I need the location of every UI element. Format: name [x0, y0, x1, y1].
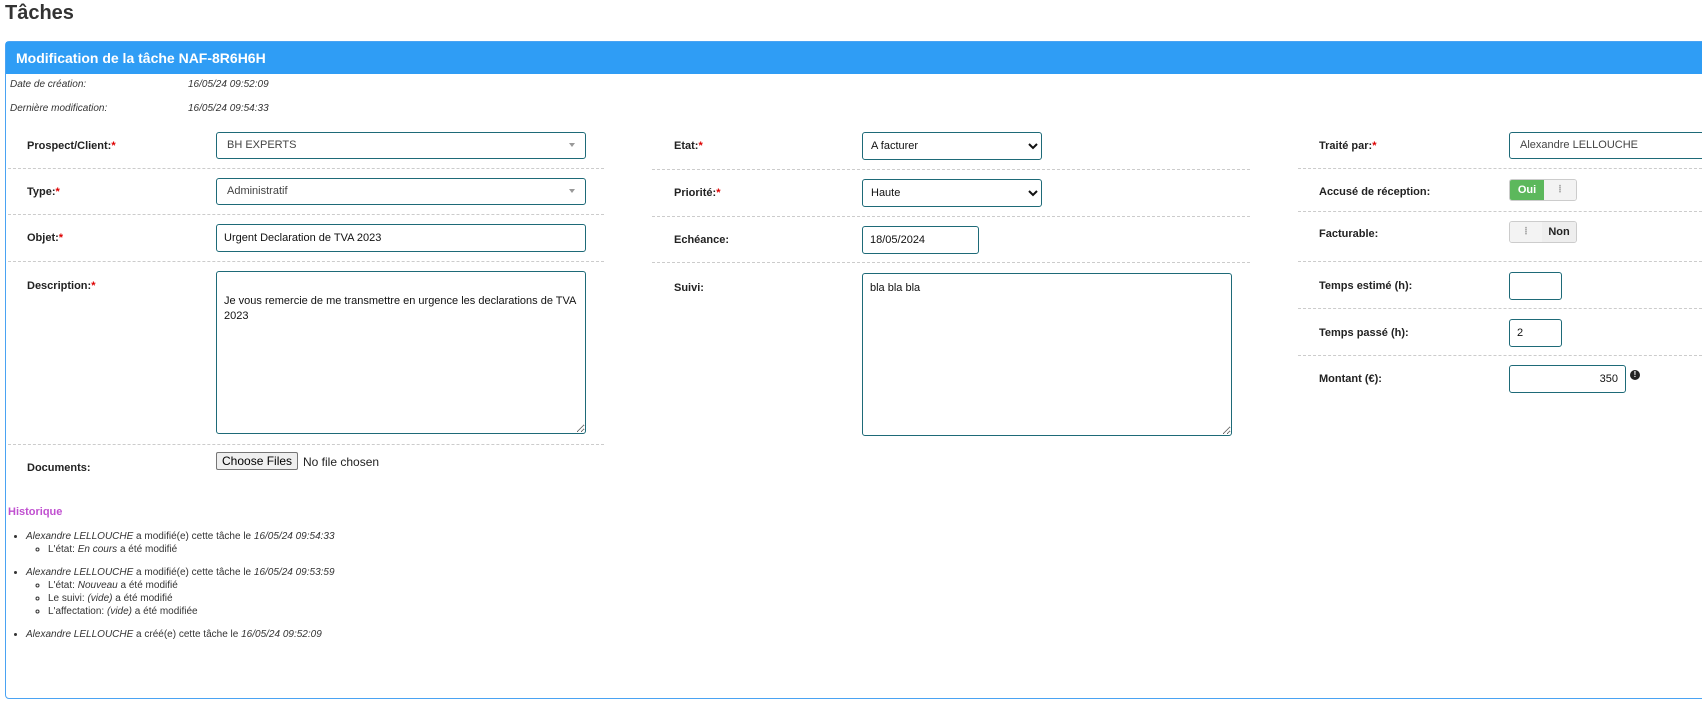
- client-value: BH EXPERTS: [227, 139, 297, 151]
- toggle-handle-icon: ⦙: [1543, 180, 1576, 200]
- facturable-label: Facturable:: [1319, 228, 1379, 240]
- temps-passe-input[interactable]: [1509, 319, 1562, 347]
- row-separator: [1298, 355, 1702, 356]
- temps-estime-input[interactable]: [1509, 272, 1562, 300]
- page-title: Tâches: [5, 2, 74, 24]
- list-item: L'état: En cours a été modifié: [48, 543, 335, 556]
- file-status: No file chosen: [303, 455, 380, 469]
- modified-label: Dernière modification:: [10, 103, 108, 114]
- description-textarea[interactable]: [216, 271, 586, 434]
- list-item: Alexandre LELLOUCHE a créé(e) cette tâch…: [26, 628, 335, 641]
- list-item: Alexandre LELLOUCHE a modifié(e) cette t…: [26, 530, 335, 556]
- montant-input[interactable]: [1509, 365, 1626, 393]
- accuse-toggle[interactable]: Oui ⦙: [1509, 179, 1577, 201]
- accuse-label: Accusé de réception:: [1319, 186, 1431, 198]
- suivi-label: Suivi:: [674, 282, 704, 294]
- description-label: Description:*: [27, 280, 96, 292]
- echeance-label: Echéance:: [674, 234, 730, 246]
- priorite-label: Priorité:*: [674, 187, 721, 199]
- row-separator: [8, 214, 604, 215]
- chevron-down-icon: [569, 189, 575, 193]
- temps-estime-label: Temps estimé (h):: [1319, 280, 1413, 292]
- documents-label: Documents:: [27, 462, 91, 474]
- type-label: Type:*: [27, 186, 60, 198]
- list-item: Le suivi: (vide) a été modifié: [48, 592, 335, 605]
- temps-passe-label: Temps passé (h):: [1319, 327, 1409, 339]
- panel-header: Modification de la tâche NAF-8R6H6H: [6, 42, 1702, 74]
- created-label: Date de création:: [10, 79, 87, 90]
- row-separator: [8, 261, 604, 262]
- objet-label: Objet:*: [27, 232, 64, 244]
- toggle-on-label: Oui: [1510, 180, 1544, 200]
- client-label: Prospect/Client:*: [27, 140, 116, 152]
- row-separator: [1298, 211, 1702, 212]
- created-value: 16/05/24 09:52:09: [188, 79, 269, 90]
- traite-par-label: Traité par:*: [1319, 140, 1377, 152]
- traite-par-value: Alexandre LELLOUCHE: [1520, 139, 1639, 151]
- priorite-select[interactable]: Haute: [862, 179, 1042, 207]
- row-separator: [652, 262, 1250, 263]
- row-separator: [652, 169, 1250, 170]
- row-separator: [1298, 261, 1702, 262]
- exclamation-circle-icon: !: [1630, 370, 1640, 380]
- etat-label: Etat:*: [674, 140, 703, 152]
- facturable-toggle[interactable]: ⦙ Non: [1509, 221, 1577, 243]
- echeance-input[interactable]: [862, 226, 979, 254]
- traite-par-select[interactable]: Alexandre LELLOUCHE: [1509, 132, 1702, 159]
- list-item: L'affectation: (vide) a été modifiée: [48, 605, 335, 618]
- row-separator: [8, 168, 604, 169]
- list-item: Alexandre LELLOUCHE a modifié(e) cette t…: [26, 566, 335, 618]
- toggle-off-label: Non: [1542, 222, 1576, 242]
- montant-label: Montant (€):: [1319, 373, 1382, 385]
- suivi-textarea[interactable]: [862, 273, 1232, 436]
- historique-list: Alexandre LELLOUCHE a modifié(e) cette t…: [8, 530, 335, 651]
- etat-select[interactable]: A facturer: [862, 132, 1042, 160]
- client-select[interactable]: BH EXPERTS: [216, 132, 586, 159]
- row-separator: [1298, 308, 1702, 309]
- type-select[interactable]: Administratif: [216, 178, 586, 205]
- list-item: L'état: Nouveau a été modifié: [48, 579, 335, 592]
- row-separator: [8, 444, 604, 445]
- historique-title: Historique: [8, 506, 63, 518]
- objet-input[interactable]: [216, 224, 586, 252]
- toggle-handle-icon: ⦙: [1510, 222, 1543, 242]
- modified-value: 16/05/24 09:54:33: [188, 103, 269, 114]
- type-value: Administratif: [227, 185, 288, 197]
- row-separator: [652, 216, 1250, 217]
- choose-files-button[interactable]: Choose Files: [216, 452, 299, 470]
- chevron-down-icon: [569, 143, 575, 147]
- row-separator: [1298, 168, 1702, 169]
